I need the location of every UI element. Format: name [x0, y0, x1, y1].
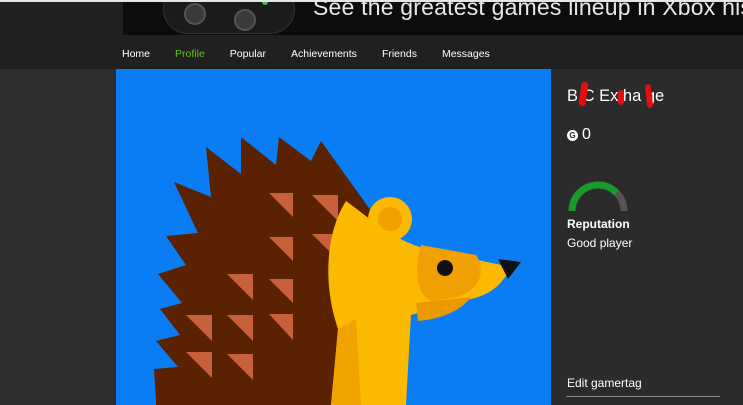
avatar-image: [116, 69, 551, 405]
gamerscore: G 0: [567, 126, 591, 144]
nav-friends[interactable]: Friends: [382, 47, 417, 63]
controller-icon: [163, 2, 295, 34]
banner-tagline: See the greatest games lineup in Xbox hi…: [313, 2, 743, 20]
gamerscore-icon: G: [567, 129, 578, 141]
promo-banner[interactable]: See the greatest games lineup in Xbox hi…: [123, 2, 743, 35]
edit-gamertag-link[interactable]: Edit gamertag: [567, 376, 642, 390]
main-nav: Home Profile Popular Achievements Friend…: [122, 47, 490, 63]
nav-achievements[interactable]: Achievements: [291, 47, 357, 63]
gamerscore-value: 0: [582, 126, 591, 143]
nav-profile[interactable]: Profile: [175, 47, 205, 63]
nav-home[interactable]: Home: [122, 47, 150, 63]
divider: [566, 396, 720, 397]
reputation-value: Good player: [567, 236, 633, 250]
nav-popular[interactable]: Popular: [230, 47, 266, 63]
profile-sidebar: B C Ex ha ge G 0 Reputation Good player …: [551, 69, 743, 405]
nav-messages[interactable]: Messages: [442, 47, 490, 63]
reputation-label: Reputation: [567, 217, 630, 231]
hedgehog-icon: [154, 137, 521, 405]
reputation-gauge-icon: [568, 181, 628, 212]
left-panel: [0, 69, 116, 405]
redaction-mark: [618, 90, 624, 105]
